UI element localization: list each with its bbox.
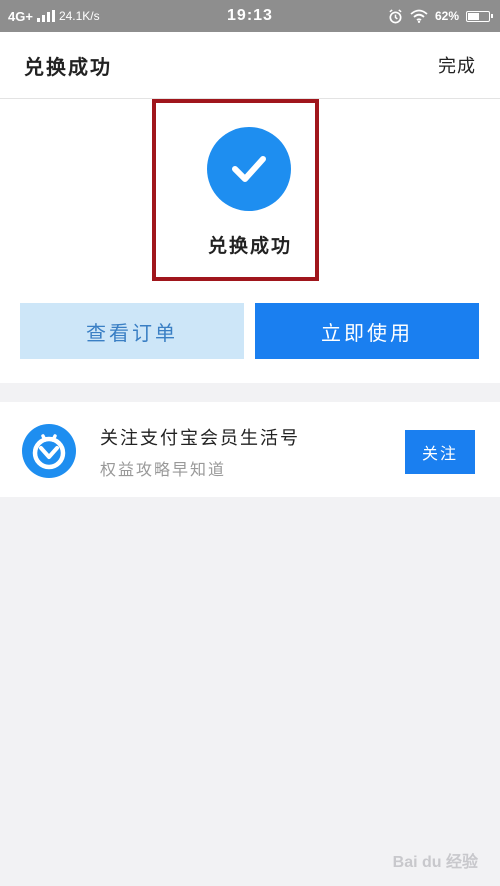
page-title: 兑换成功 <box>24 54 112 79</box>
follow-card: 关注支付宝会员生活号 权益攻略早知道 关注 <box>0 402 500 497</box>
follow-title: 关注支付宝会员生活号 <box>100 428 300 449</box>
view-order-button[interactable]: 查看订单 <box>20 303 244 359</box>
alipay-member-logo-icon <box>22 424 76 478</box>
follow-subtitle: 权益攻略早知道 <box>100 460 227 479</box>
wifi-icon <box>410 9 428 23</box>
check-circle-icon <box>207 127 291 211</box>
battery-icon <box>466 10 493 22</box>
done-button[interactable]: 完成 <box>438 32 476 98</box>
battery-percent: 62% <box>434 9 459 23</box>
watermark: Bai du 经验 <box>392 854 478 871</box>
status-right: 62% <box>388 0 493 32</box>
status-bar: 4G+ 24.1K/s 19:13 62% <box>0 0 500 32</box>
success-message: 兑换成功 <box>207 235 292 257</box>
success-section: 兑换成功 查看订单 立即使用 <box>0 99 500 383</box>
follow-button[interactable]: 关注 <box>405 430 475 474</box>
header: 兑换成功 完成 <box>0 32 500 99</box>
alarm-icon <box>389 8 402 23</box>
use-now-button[interactable]: 立即使用 <box>255 303 479 359</box>
